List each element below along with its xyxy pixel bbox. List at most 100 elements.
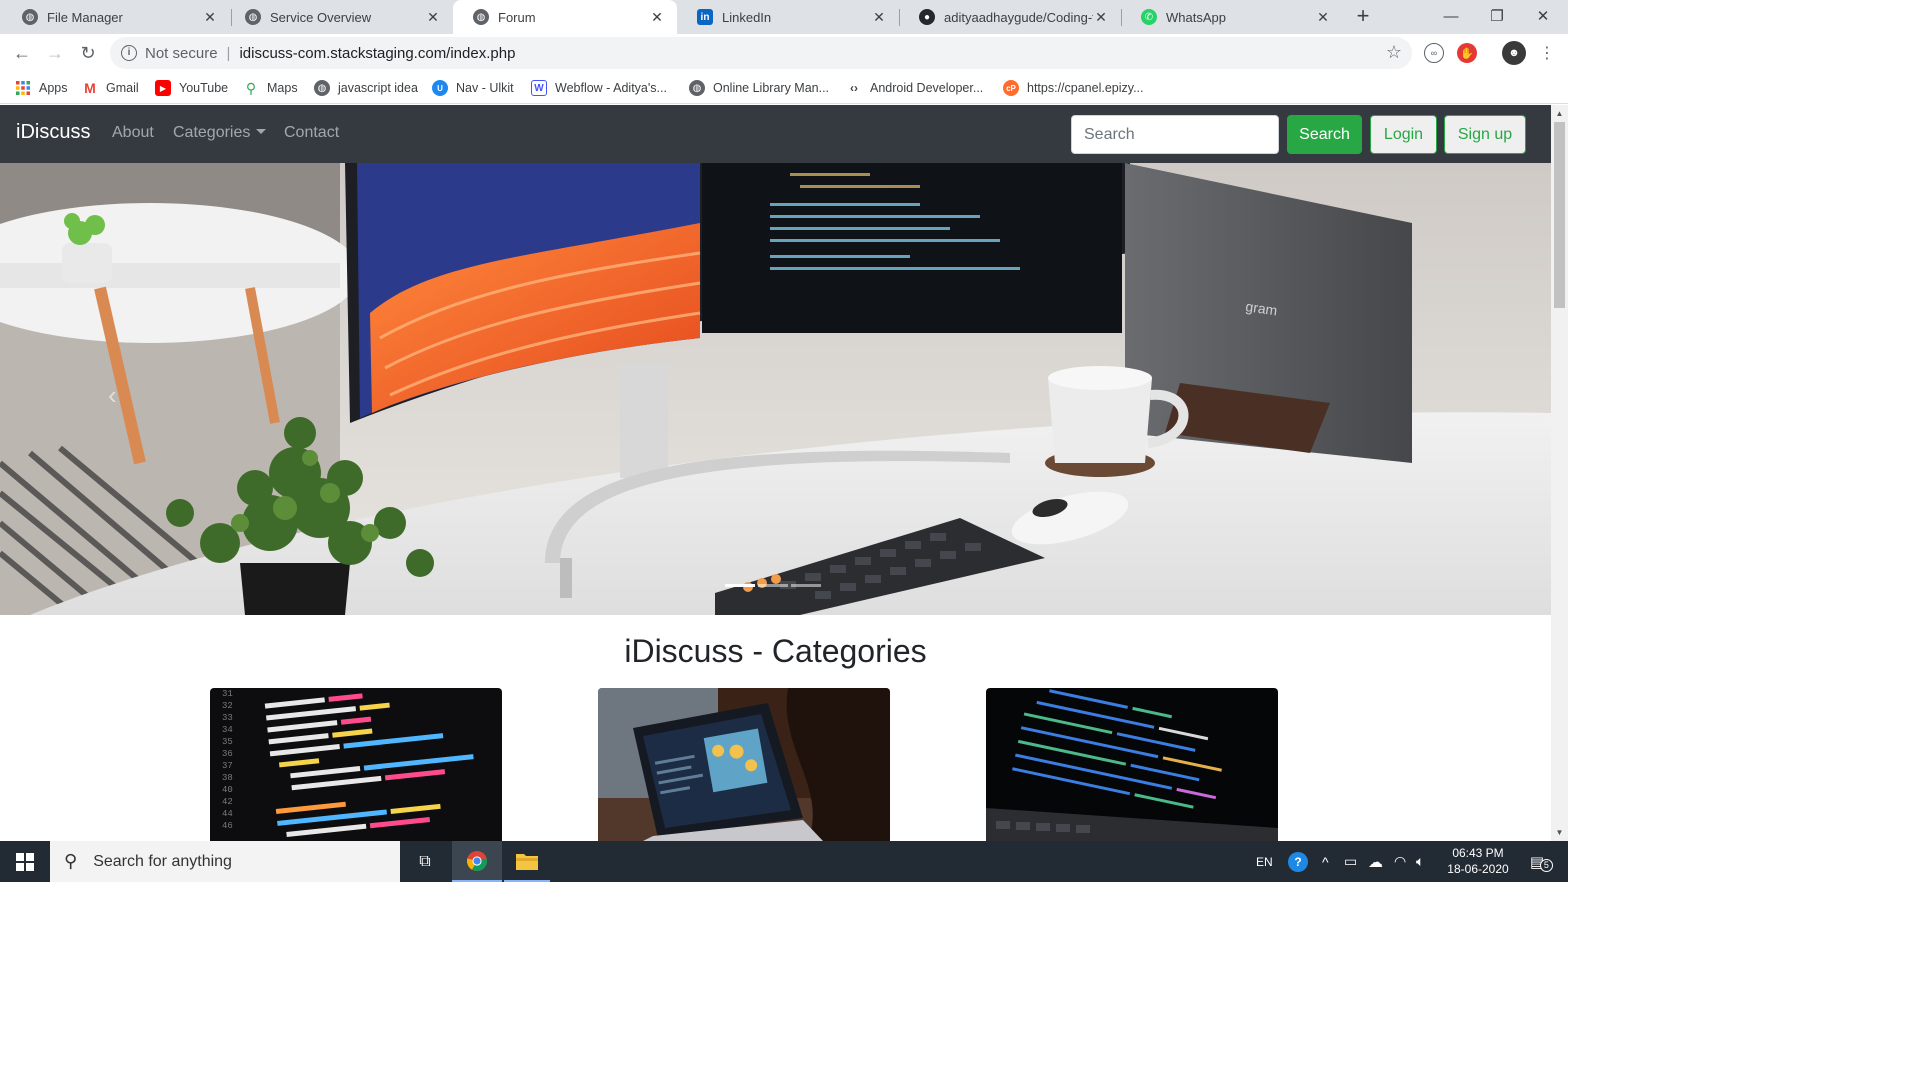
bookmark-nav-ulkit[interactable]: U Nav - Ulkit bbox=[432, 78, 514, 98]
webflow-icon: W bbox=[531, 80, 547, 96]
bookmark-label: YouTube bbox=[179, 81, 229, 95]
close-tab-icon[interactable]: ✕ bbox=[202, 9, 218, 26]
bookmark-javascript-idea[interactable]: ◍ javascript idea bbox=[314, 78, 418, 98]
svg-text:37: 37 bbox=[222, 761, 233, 771]
file-explorer-taskbar-icon[interactable] bbox=[504, 841, 550, 882]
carousel-indicator[interactable] bbox=[725, 584, 755, 587]
carousel-prev-icon[interactable]: ‹ bbox=[108, 380, 117, 411]
info-icon[interactable]: i bbox=[121, 45, 137, 61]
bookmark-youtube[interactable]: ▶ YouTube bbox=[155, 78, 228, 98]
bookmark-apps[interactable]: Apps bbox=[15, 78, 68, 98]
nav-link-contact[interactable]: Contact bbox=[284, 124, 339, 142]
extension-icon[interactable]: ∞ bbox=[1424, 43, 1444, 63]
browser-tab-service-overview[interactable]: ◍ Service Overview ✕ bbox=[225, 0, 453, 34]
maximize-window-button[interactable]: ❐ bbox=[1474, 0, 1520, 32]
site-search-input[interactable] bbox=[1071, 115, 1279, 154]
close-window-button[interactable]: ✕ bbox=[1520, 0, 1566, 32]
bookmark-online-library[interactable]: ◍ Online Library Man... bbox=[689, 78, 829, 98]
tab-title: WhatsApp bbox=[1166, 9, 1226, 25]
whatsapp-icon: ✆ bbox=[1141, 9, 1157, 25]
minimize-window-button[interactable]: — bbox=[1428, 0, 1474, 32]
windows-taskbar: ⚲ Search for anything ⧉ EN ? ^ ▭ ☁ ◠ 🔈︎ … bbox=[0, 841, 1568, 882]
bookmark-label: Maps bbox=[267, 81, 298, 95]
onedrive-icon[interactable]: ☁ bbox=[1368, 841, 1383, 882]
forward-button[interactable]: → bbox=[42, 40, 68, 66]
task-view-icon[interactable]: ⧉ bbox=[402, 841, 448, 882]
cpanel-icon: cP bbox=[1003, 80, 1019, 96]
bookmark-star-icon[interactable]: ☆ bbox=[1386, 42, 1402, 63]
page-viewport: iDiscuss About Categories Contact Search… bbox=[0, 105, 1551, 841]
browser-tab-whatsapp[interactable]: ✆ WhatsApp ✕ bbox=[1121, 0, 1343, 34]
globe-icon: ◍ bbox=[245, 9, 261, 25]
scrollbar-thumb[interactable] bbox=[1554, 122, 1565, 308]
address-bar[interactable]: i Not secure | idiscuss-com.stackstaging… bbox=[110, 37, 1412, 69]
close-tab-icon[interactable]: ✕ bbox=[1093, 9, 1109, 26]
security-status[interactable]: Not secure bbox=[145, 45, 218, 62]
bookmark-android-developer[interactable]: ‹› Android Developer... bbox=[846, 78, 983, 98]
carousel-indicator[interactable] bbox=[758, 584, 788, 587]
close-tab-icon[interactable]: ✕ bbox=[649, 9, 665, 26]
nav-link-about[interactable]: About bbox=[112, 124, 154, 142]
language-indicator[interactable]: EN bbox=[1256, 841, 1273, 882]
folder-icon bbox=[516, 853, 538, 870]
signup-button[interactable]: Sign up bbox=[1444, 115, 1526, 154]
adblock-extension-icon[interactable]: ✋ bbox=[1457, 43, 1477, 63]
search-icon: ⚲ bbox=[64, 851, 78, 871]
tab-title: LinkedIn bbox=[722, 9, 772, 25]
svg-text:44: 44 bbox=[222, 809, 233, 819]
help-icon[interactable]: ? bbox=[1288, 841, 1308, 882]
globe-icon: ◍ bbox=[314, 80, 330, 96]
taskbar-clock[interactable]: 06:43 PM 18-06-2020 bbox=[1440, 845, 1516, 877]
new-tab-button[interactable]: + bbox=[1352, 5, 1374, 29]
ulkit-icon: U bbox=[432, 80, 448, 96]
site-search-button[interactable]: Search bbox=[1287, 115, 1362, 154]
close-tab-icon[interactable]: ✕ bbox=[871, 9, 887, 26]
svg-text:31: 31 bbox=[222, 689, 233, 699]
start-button[interactable] bbox=[0, 841, 50, 882]
svg-text:38: 38 bbox=[222, 773, 233, 783]
bookmark-gmail[interactable]: M Gmail bbox=[82, 78, 139, 98]
github-icon: ● bbox=[919, 9, 935, 25]
url-text[interactable]: idiscuss-com.stackstaging.com/index.php bbox=[239, 45, 515, 62]
svg-text:42: 42 bbox=[222, 797, 233, 807]
back-button[interactable]: ← bbox=[9, 40, 35, 66]
browser-tabstrip: ◍ File Manager ✕ ◍ Service Overview ✕ ◍ … bbox=[0, 0, 1568, 34]
bookmark-maps[interactable]: ⚲ Maps bbox=[243, 78, 298, 98]
login-button[interactable]: Login bbox=[1370, 115, 1437, 154]
tray-chevron-up-icon[interactable]: ^ bbox=[1322, 841, 1329, 882]
browser-tab-forum[interactable]: ◍ Forum ✕ bbox=[453, 0, 677, 34]
page-scrollbar[interactable]: ▲ ▼ bbox=[1551, 105, 1568, 841]
volume-icon[interactable]: 🔈︎ bbox=[1416, 841, 1424, 882]
browser-menu-icon[interactable]: ⋮ bbox=[1534, 40, 1560, 66]
hero-desk-image: gram bbox=[0, 163, 1551, 615]
scroll-down-arrow-icon[interactable]: ▼ bbox=[1551, 824, 1568, 841]
close-tab-icon[interactable]: ✕ bbox=[1315, 9, 1331, 26]
maps-icon: ⚲ bbox=[245, 79, 257, 96]
close-tab-icon[interactable]: ✕ bbox=[425, 9, 441, 26]
profile-avatar[interactable]: ☻ bbox=[1502, 41, 1526, 65]
laptop-photo-image bbox=[598, 688, 890, 841]
browser-tab-github[interactable]: ● adityaadhaygude/Coding-fo ✕ bbox=[899, 0, 1121, 34]
notifications-icon[interactable]: ▤ 5 bbox=[1526, 841, 1553, 882]
browser-tab-file-manager[interactable]: ◍ File Manager ✕ bbox=[2, 0, 230, 34]
globe-icon: ◍ bbox=[689, 80, 705, 96]
nav-link-categories[interactable]: Categories bbox=[173, 124, 267, 142]
bookmark-cpanel[interactable]: cP https://cpanel.epizy... bbox=[1003, 78, 1144, 98]
scroll-up-arrow-icon[interactable]: ▲ bbox=[1551, 105, 1568, 122]
category-card-image[interactable] bbox=[598, 688, 890, 841]
reload-button[interactable]: ↻ bbox=[75, 40, 101, 66]
carousel-indicator[interactable] bbox=[791, 584, 821, 587]
site-navbar: iDiscuss About Categories Contact Search… bbox=[0, 105, 1551, 163]
category-card-image[interactable]: 31 32 33 34 35 36 37 38 40 42 44 46 bbox=[210, 688, 502, 841]
wifi-icon[interactable]: ◠ bbox=[1394, 841, 1406, 882]
category-card-image[interactable] bbox=[986, 688, 1278, 841]
chrome-taskbar-icon[interactable] bbox=[452, 841, 502, 882]
bookmark-webflow[interactable]: W Webflow - Aditya's... bbox=[531, 78, 667, 98]
browser-tab-linkedin[interactable]: in LinkedIn ✕ bbox=[677, 0, 899, 34]
youtube-icon: ▶ bbox=[155, 80, 171, 96]
bookmark-label: Android Developer... bbox=[870, 81, 984, 95]
taskbar-search-box[interactable]: ⚲ Search for anything bbox=[50, 841, 400, 882]
browser-toolbar: ← → ↻ i Not secure | idiscuss-com.stacks… bbox=[0, 34, 1568, 72]
site-brand[interactable]: iDiscuss bbox=[16, 121, 90, 144]
battery-icon[interactable]: ▭ bbox=[1344, 841, 1357, 882]
